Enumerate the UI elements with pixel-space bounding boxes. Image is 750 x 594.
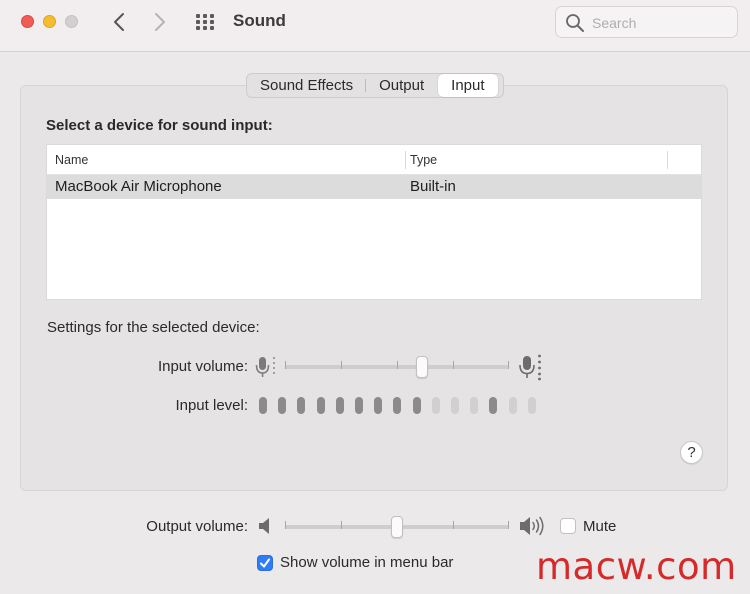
speaker-high-icon — [520, 516, 544, 536]
mute-label: Mute — [583, 518, 617, 535]
slider-tick — [397, 361, 398, 369]
watermark-text: macw.com — [536, 545, 737, 588]
tab-input[interactable]: Input — [438, 74, 498, 97]
level-bar — [413, 397, 421, 414]
minimize-window-button[interactable] — [43, 15, 56, 28]
tab-output[interactable]: Output — [366, 74, 437, 97]
microphone-low-icon — [255, 356, 276, 377]
level-bar — [259, 397, 267, 414]
level-bar — [374, 397, 382, 414]
device-list-heading: Select a device for sound input: — [46, 117, 273, 134]
show-volume-label: Show volume in menu bar — [280, 554, 454, 571]
level-bar — [451, 397, 459, 414]
device-settings-label: Settings for the selected device: — [47, 319, 260, 336]
zoom-window-button[interactable] — [65, 15, 78, 28]
slider-tick — [453, 521, 454, 529]
search-field[interactable] — [555, 6, 738, 38]
input-volume-label: Input volume: — [157, 358, 248, 375]
table-row[interactable]: MacBook Air Microphone Built-in — [47, 175, 701, 199]
input-volume-slider[interactable] — [285, 356, 509, 378]
slider-tick — [341, 361, 342, 369]
column-divider[interactable] — [405, 151, 406, 169]
level-bar — [489, 397, 497, 414]
show-volume-checkbox[interactable] — [257, 555, 273, 571]
chevron-right-icon — [155, 13, 165, 31]
slider-knob[interactable] — [391, 516, 403, 538]
level-bar — [432, 397, 440, 414]
level-bar — [470, 397, 478, 414]
level-bar — [509, 397, 517, 414]
level-bar — [393, 397, 401, 414]
level-bar — [297, 397, 305, 414]
slider-tick — [453, 361, 454, 369]
level-bar — [528, 397, 536, 414]
level-bar — [336, 397, 344, 414]
slider-tick — [341, 521, 342, 529]
tab-sound-effects[interactable]: Sound Effects — [247, 74, 367, 97]
microphone-high-icon — [519, 354, 541, 381]
output-volume-slider[interactable] — [285, 516, 509, 538]
input-level-label: Input level: — [175, 397, 248, 414]
tab-bar: Sound Effects Output Input — [246, 73, 504, 98]
slider-knob[interactable] — [415, 356, 428, 378]
back-button[interactable] — [108, 10, 130, 34]
output-volume-label: Output volume: — [146, 518, 248, 535]
column-divider[interactable] — [667, 151, 668, 169]
device-type-cell: Built-in — [410, 178, 456, 195]
slider-tick — [285, 361, 286, 369]
device-name-cell: MacBook Air Microphone — [55, 178, 222, 195]
window-title: Sound — [233, 11, 286, 30]
mute-checkbox[interactable] — [560, 518, 576, 534]
column-header-name[interactable]: Name — [55, 153, 88, 167]
speaker-low-icon — [259, 518, 269, 534]
slider-tick — [508, 361, 509, 369]
search-input[interactable] — [590, 13, 730, 33]
close-window-button[interactable] — [21, 15, 34, 28]
input-level-meter — [258, 397, 548, 415]
slider-tick — [285, 521, 286, 529]
help-button[interactable]: ? — [680, 441, 703, 464]
search-icon — [566, 14, 584, 32]
level-bar — [317, 397, 325, 414]
table-header: Name Type — [47, 145, 701, 175]
level-bar — [355, 397, 363, 414]
input-device-table: Name Type MacBook Air Microphone Built-i… — [46, 144, 702, 300]
forward-button[interactable] — [149, 10, 171, 34]
title-bar: Sound — [0, 0, 750, 52]
checkmark-icon — [260, 558, 270, 568]
column-header-type[interactable]: Type — [410, 153, 437, 167]
level-bar — [278, 397, 286, 414]
show-all-grid-button[interactable] — [195, 12, 217, 32]
chevron-left-icon — [114, 13, 124, 31]
slider-tick — [508, 521, 509, 529]
